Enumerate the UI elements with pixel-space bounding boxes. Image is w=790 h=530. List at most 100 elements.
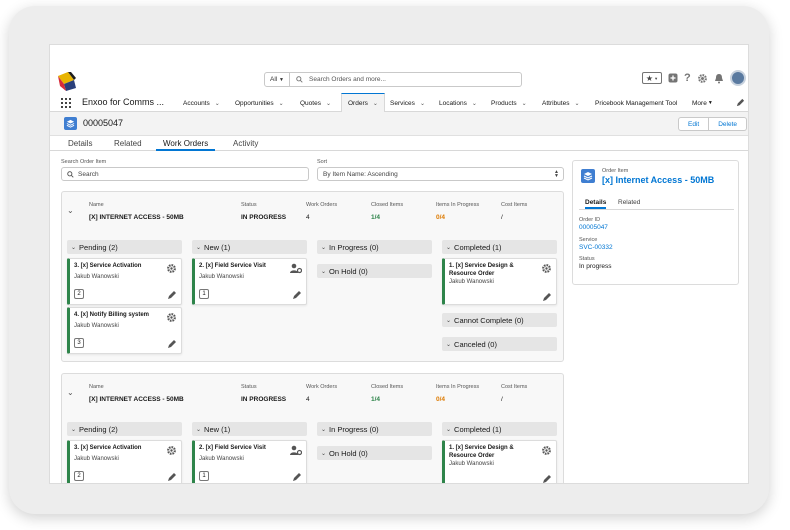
chevron-down-icon: ⌄: [446, 244, 452, 251]
delete-button[interactable]: Delete: [709, 117, 747, 131]
closed-items-header: Closed Items: [371, 384, 404, 390]
edit-button[interactable]: Edit: [678, 117, 710, 131]
collapse-chevron-icon[interactable]: ⌄: [67, 388, 74, 397]
nav-item-opportunities[interactable]: Opportunities ⌄: [235, 94, 284, 112]
service-link[interactable]: SVC-00332: [579, 244, 613, 251]
nav-item-accounts[interactable]: Accounts ⌄: [183, 94, 220, 112]
column-completed[interactable]: ⌄ Completed (1): [442, 422, 557, 436]
user-avatar[interactable]: [729, 70, 746, 86]
add-icon[interactable]: [668, 73, 678, 83]
column-completed[interactable]: ⌄ Completed (1): [442, 240, 557, 254]
work-order-title: 3. [x] Service Activation: [74, 263, 142, 269]
order-item-detail-panel: Order Item [x] Internet Access - 50MB De…: [572, 160, 739, 285]
panel-tab-details[interactable]: Details: [585, 199, 607, 209]
order-id-link[interactable]: 00005047: [579, 224, 608, 231]
work-order-card[interactable]: 3. [x] Service Activation Jakub Wanowski…: [67, 440, 182, 483]
work-order-card[interactable]: 2. [x] Field Service Visit Jakub Wanowsk…: [192, 258, 307, 305]
nav-item-orders[interactable]: Orders ⌄: [341, 93, 385, 112]
edit-pencil-icon[interactable]: [167, 472, 177, 482]
items-in-progress-header: Items In Progress: [436, 202, 480, 208]
column-on-hold[interactable]: ⌄ On Hold (0): [317, 264, 432, 278]
work-order-step-badge: 1: [199, 289, 209, 299]
global-header: All ▼ Search Orders and more... ★ ▼ ?: [50, 45, 748, 94]
status-label: Status: [579, 256, 595, 262]
search-scope-select[interactable]: All ▼: [264, 72, 290, 87]
panel-tab-related[interactable]: Related: [618, 199, 640, 206]
sort-select[interactable]: By Item Name: Ascending ▲ ▼: [317, 167, 564, 181]
edit-pencil-icon[interactable]: [292, 290, 302, 300]
edit-pencil-icon[interactable]: [167, 339, 177, 349]
order-item-group: ⌄ Name Status Work Orders Closed Items I…: [61, 191, 564, 362]
help-icon[interactable]: ?: [684, 72, 691, 84]
nav-item-products[interactable]: Products ⌄: [491, 94, 527, 112]
order-record-icon: [64, 117, 77, 130]
chevron-down-icon[interactable]: ⌄: [522, 100, 527, 107]
panel-tabs: Details Related: [579, 197, 734, 210]
chevron-down-icon[interactable]: ⌄: [326, 100, 331, 107]
tab-work-orders[interactable]: Work Orders: [156, 139, 216, 151]
order-item-status: IN PROGRESS: [241, 396, 287, 403]
nav-item-more[interactable]: More ▼: [692, 94, 713, 112]
chevron-down-icon[interactable]: ⌄: [215, 100, 220, 107]
work-order-card[interactable]: 3. [x] Service Activation Jakub Wanowski…: [67, 258, 182, 305]
order-id-label: Order ID: [579, 217, 601, 223]
collapse-chevron-icon[interactable]: ⌄: [67, 206, 74, 215]
work-order-title: 2. [x] Field Service Visit: [199, 445, 266, 451]
order-item-name: [X] INTERNET ACCESS - 50MB: [89, 214, 184, 221]
edit-pencil-icon[interactable]: [542, 474, 552, 484]
column-new[interactable]: ⌄ New (1): [192, 422, 307, 436]
chevron-down-icon: ⌄: [321, 268, 327, 275]
record-header: 00005047 Edit Delete: [50, 112, 748, 136]
cost-items-header: Cost Items: [501, 384, 528, 390]
app-launcher-icon[interactable]: [61, 98, 71, 108]
work-order-title: 1. [x] Service Design & Resource Order: [449, 263, 514, 277]
column-in-progress[interactable]: ⌄ In Progress (0): [317, 240, 432, 254]
search-order-item-input[interactable]: Search: [61, 167, 309, 181]
column-new[interactable]: ⌄ New (1): [192, 240, 307, 254]
column-canceled[interactable]: ⌄ Canceled (0): [442, 337, 557, 351]
tab-activity[interactable]: Activity: [233, 139, 258, 148]
utility-icons: ★ ▼ ?: [636, 70, 746, 86]
work-orders-count: 4: [306, 214, 310, 221]
work-orders-count: 4: [306, 396, 310, 403]
chevron-down-icon[interactable]: ⌄: [472, 100, 477, 107]
edit-pencil-icon[interactable]: [292, 472, 302, 482]
nav-item-attributes[interactable]: Attributes ⌄: [542, 94, 580, 112]
chevron-down-icon: ▼: [654, 75, 659, 81]
chevron-down-icon[interactable]: ⌄: [373, 100, 378, 107]
work-order-card[interactable]: 4. [x] Notify Billing system Jakub Wanow…: [67, 307, 182, 354]
edit-nav-pencil-icon[interactable]: [736, 98, 745, 107]
chevron-down-icon[interactable]: ⌄: [420, 100, 425, 107]
nav-item-services[interactable]: Services ⌄: [390, 94, 425, 112]
tab-details[interactable]: Details: [68, 139, 92, 148]
nav-item-quotes[interactable]: Quotes ⌄: [300, 94, 331, 112]
panel-title[interactable]: [x] Internet Access - 50MB: [602, 175, 714, 185]
edit-pencil-icon[interactable]: [542, 292, 552, 302]
chevron-down-icon: ⌄: [196, 426, 202, 433]
chevron-down-icon[interactable]: ⌄: [574, 100, 579, 107]
favorites-button[interactable]: ★ ▼: [642, 72, 662, 84]
column-on-hold[interactable]: ⌄ On Hold (0): [317, 446, 432, 460]
work-order-card[interactable]: 1. [x] Service Design & Resource Order J…: [442, 258, 557, 305]
app-logo-icon: [58, 72, 76, 91]
cost-items-value: /: [501, 396, 503, 403]
column-pending[interactable]: ⌄ Pending (2): [67, 240, 182, 254]
nav-item-pricebook-management-tool[interactable]: Pricebook Management Tool: [595, 94, 677, 112]
nav-item-locations[interactable]: Locations ⌄: [439, 94, 477, 112]
global-search-input[interactable]: Search Orders and more...: [290, 72, 522, 87]
chevron-down-icon[interactable]: ⌄: [279, 100, 284, 107]
status-header: Status: [241, 384, 257, 390]
notifications-bell-icon[interactable]: [714, 73, 724, 84]
setup-gear-icon[interactable]: [697, 73, 708, 84]
gear-icon: [542, 446, 551, 455]
items-in-progress-value: 0/4: [436, 214, 446, 221]
work-order-card[interactable]: 1. [x] Service Design & Resource Order J…: [442, 440, 557, 484]
column-in-progress[interactable]: ⌄ In Progress (0): [317, 422, 432, 436]
column-pending[interactable]: ⌄ Pending (2): [67, 422, 182, 436]
tab-related[interactable]: Related: [114, 139, 142, 148]
column-cannot-complete[interactable]: ⌄ Cannot Complete (0): [442, 313, 557, 327]
edit-pencil-icon[interactable]: [167, 290, 177, 300]
work-order-card[interactable]: 2. [x] Field Service Visit Jakub Wanowsk…: [192, 440, 307, 483]
chevron-down-icon: ⌄: [321, 450, 327, 457]
app-window: All ▼ Search Orders and more... ★ ▼ ? Enx…: [49, 44, 749, 484]
